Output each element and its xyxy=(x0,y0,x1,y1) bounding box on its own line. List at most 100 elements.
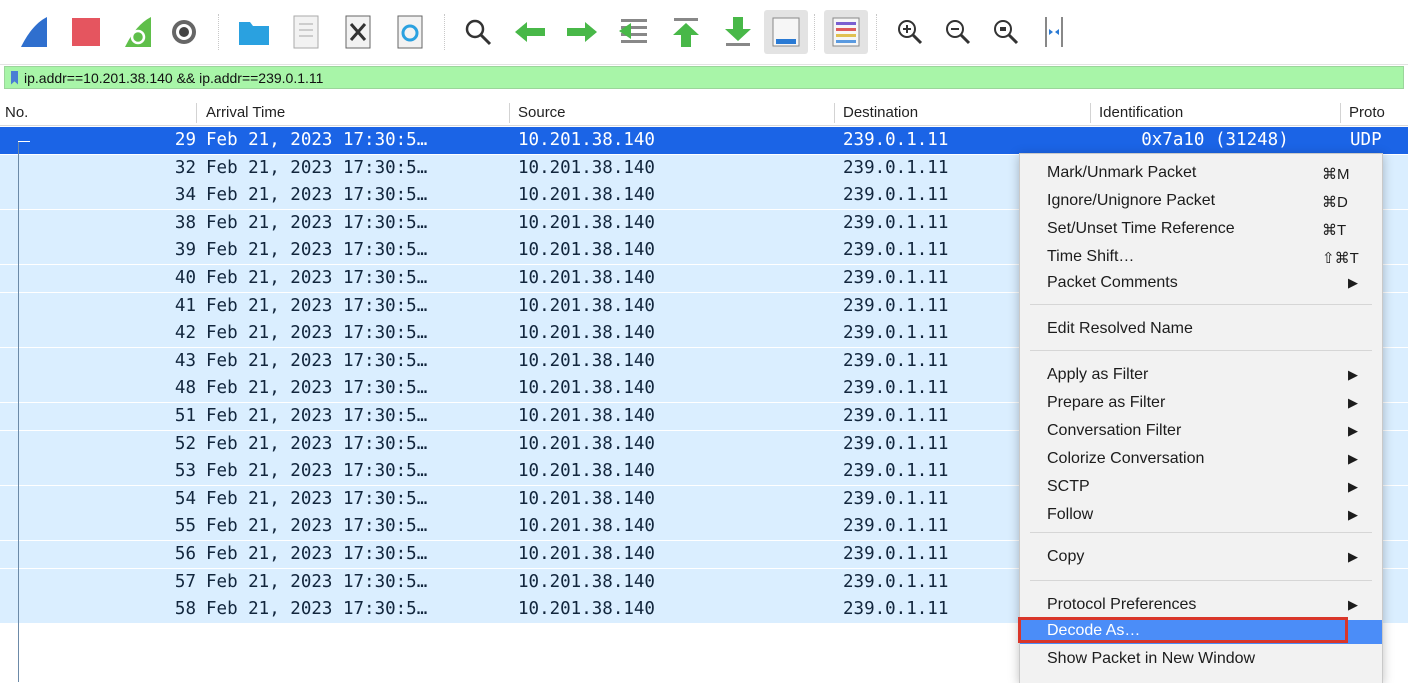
packet-number-cell: 42 xyxy=(174,323,196,344)
menu-item-label: Follow xyxy=(1047,506,1094,523)
reload-file-icon[interactable] xyxy=(388,10,432,54)
source-address-cell: 10.201.38.140 xyxy=(518,571,655,592)
column-header-source[interactable]: Source xyxy=(518,104,566,124)
arrival-time-cell: Feb 21, 2023 17:30:5… xyxy=(206,157,428,178)
go-first-packet-icon[interactable] xyxy=(664,10,708,54)
packet-number-cell: 43 xyxy=(174,350,196,371)
autoscroll-icon[interactable] xyxy=(764,10,808,54)
column-header-identification[interactable]: Identification xyxy=(1099,104,1183,124)
menu-item-shortcut: ⇧⌘T xyxy=(1322,250,1359,267)
menu-item-colorize-conversation[interactable]: Colorize Conversation ▶ xyxy=(1020,448,1382,472)
packet-number-cell: 56 xyxy=(174,544,196,564)
packet-number-cell: 40 xyxy=(174,268,196,288)
menu-item-prepare-as-filter[interactable]: Prepare as Filter ▶ xyxy=(1020,392,1382,416)
destination-address-cell: 239.0.1.11 xyxy=(843,433,949,454)
submenu-arrow-icon: ▶ xyxy=(1348,275,1358,290)
submenu-arrow-icon: ▶ xyxy=(1348,597,1358,612)
display-filter-input[interactable]: ip.addr==10.201.38.140 && ip.addr==239.0… xyxy=(24,70,323,86)
go-to-packet-icon[interactable] xyxy=(612,10,656,54)
menu-item-follow[interactable]: Follow ▶ xyxy=(1020,504,1382,528)
shark-fin-icon[interactable] xyxy=(12,10,56,54)
packet-number-cell: 53 xyxy=(174,461,196,482)
conversation-tree-line xyxy=(18,141,19,682)
source-address-cell: 10.201.38.140 xyxy=(518,488,655,509)
packet-number-cell: 51 xyxy=(174,406,196,426)
source-address-cell: 10.201.38.140 xyxy=(518,212,655,233)
normal-size-icon[interactable] xyxy=(984,10,1028,54)
colorize-lines-icon[interactable] xyxy=(824,10,868,54)
destination-address-cell: 239.0.1.11 xyxy=(843,157,949,178)
source-address-cell: 10.201.38.140 xyxy=(518,268,655,288)
menu-item-show-packet-in-new-window[interactable]: Show Packet in New Window xyxy=(1020,648,1382,672)
filter-bookmark-icon[interactable] xyxy=(11,70,18,85)
main-toolbar xyxy=(0,0,1408,65)
packet-context-menu: Mark/Unmark Packet ⌘M Ignore/Unignore Pack… xyxy=(1019,153,1383,683)
zoom-out-icon[interactable] xyxy=(936,10,980,54)
arrival-time-cell: Feb 21, 2023 17:30:5… xyxy=(206,323,428,344)
menu-item-set-unset-time-reference[interactable]: Set/Unset Time Reference ⌘T xyxy=(1020,218,1382,242)
source-address-cell: 10.201.38.140 xyxy=(518,406,655,426)
destination-address-cell: 239.0.1.11 xyxy=(843,406,949,426)
menu-item-apply-as-filter[interactable]: Apply as Filter ▶ xyxy=(1020,364,1382,388)
arrival-time-cell: Feb 21, 2023 17:30:5… xyxy=(206,461,428,482)
menu-item-label: Time Shift… xyxy=(1047,248,1135,265)
submenu-arrow-icon: ▶ xyxy=(1348,479,1358,494)
stop-square-icon[interactable] xyxy=(64,10,108,54)
save-file-icon[interactable] xyxy=(284,10,328,54)
close-file-icon[interactable] xyxy=(336,10,380,54)
menu-item-packet-comments[interactable]: Packet Comments ▶ xyxy=(1020,272,1382,296)
menu-item-shortcut: ⌘T xyxy=(1322,222,1347,239)
go-back-arrow-icon[interactable] xyxy=(508,10,552,54)
packet-number-cell: 34 xyxy=(174,185,196,206)
resize-columns-icon[interactable] xyxy=(1032,10,1076,54)
menu-item-label: Ignore/Unignore Packet xyxy=(1047,192,1216,209)
packet-number-cell: 41 xyxy=(174,295,196,316)
arrival-time-cell: Feb 21, 2023 17:30:5… xyxy=(206,295,428,316)
menu-item-label: Protocol Preferences xyxy=(1047,596,1197,613)
source-address-cell: 10.201.38.140 xyxy=(518,323,655,344)
menu-item-time-shift[interactable]: Time Shift… ⇧⌘T xyxy=(1020,246,1382,270)
options-gear-icon[interactable] xyxy=(162,10,206,54)
packet-number-cell: 54 xyxy=(174,488,196,509)
menu-separator xyxy=(1030,532,1372,533)
menu-item-shortcut: ⌘D xyxy=(1322,194,1348,211)
packet-number-cell: 58 xyxy=(174,599,196,620)
menu-item-label: Set/Unset Time Reference xyxy=(1047,220,1235,237)
menu-item-conversation-filter[interactable]: Conversation Filter ▶ xyxy=(1020,420,1382,444)
source-address-cell: 10.201.38.140 xyxy=(518,378,655,399)
column-header-no[interactable]: No. xyxy=(5,104,28,124)
menu-item-copy[interactable]: Copy ▶ xyxy=(1020,546,1382,570)
destination-address-cell: 239.0.1.11 xyxy=(843,130,949,150)
destination-address-cell: 239.0.1.11 xyxy=(843,571,949,592)
source-address-cell: 10.201.38.140 xyxy=(518,599,655,620)
open-folder-icon[interactable] xyxy=(232,10,276,54)
go-forward-arrow-icon[interactable] xyxy=(560,10,604,54)
column-header-protocol[interactable]: Proto xyxy=(1349,104,1385,124)
table-row-selected[interactable]: 29 Feb 21, 2023 17:30:5… 10.201.38.140 239.… xyxy=(0,127,1408,154)
go-last-packet-icon[interactable] xyxy=(716,10,760,54)
destination-address-cell: 239.0.1.11 xyxy=(843,323,949,344)
menu-item-edit-resolved-name[interactable]: Edit Resolved Name xyxy=(1020,318,1382,342)
packet-number-cell: 52 xyxy=(174,433,196,454)
menu-item-protocol-preferences[interactable]: Protocol Preferences ▶ xyxy=(1020,594,1382,618)
source-address-cell: 10.201.38.140 xyxy=(518,350,655,371)
arrival-time-cell: Feb 21, 2023 17:30:5… xyxy=(206,571,428,592)
restart-fin-icon[interactable] xyxy=(116,10,160,54)
menu-item-sctp[interactable]: SCTP ▶ xyxy=(1020,476,1382,500)
find-magnifier-icon[interactable] xyxy=(456,10,500,54)
source-address-cell: 10.201.38.140 xyxy=(518,461,655,482)
menu-item-ignore-unignore-packet[interactable]: Ignore/Unignore Packet ⌘D xyxy=(1020,190,1382,214)
protocol-cell: UDP xyxy=(1350,130,1382,150)
identification-cell: 0x7a10 (31248) xyxy=(1141,130,1289,150)
arrival-time-cell: Feb 21, 2023 17:30:5… xyxy=(206,544,428,564)
zoom-in-icon[interactable] xyxy=(888,10,932,54)
column-header-arrival-time[interactable]: Arrival Time xyxy=(206,104,285,124)
destination-address-cell: 239.0.1.11 xyxy=(843,295,949,316)
display-filter-bar[interactable]: ip.addr==10.201.38.140 && ip.addr==239.0… xyxy=(4,66,1404,89)
menu-item-shortcut: ⌘M xyxy=(1322,166,1350,183)
arrival-time-cell: Feb 21, 2023 17:30:5… xyxy=(206,378,428,399)
packet-number-cell: 55 xyxy=(174,516,196,537)
menu-item-mark-unmark-packet[interactable]: Mark/Unmark Packet ⌘M xyxy=(1020,162,1382,186)
menu-item-label: Packet Comments xyxy=(1047,274,1178,291)
column-header-destination[interactable]: Destination xyxy=(843,104,918,124)
